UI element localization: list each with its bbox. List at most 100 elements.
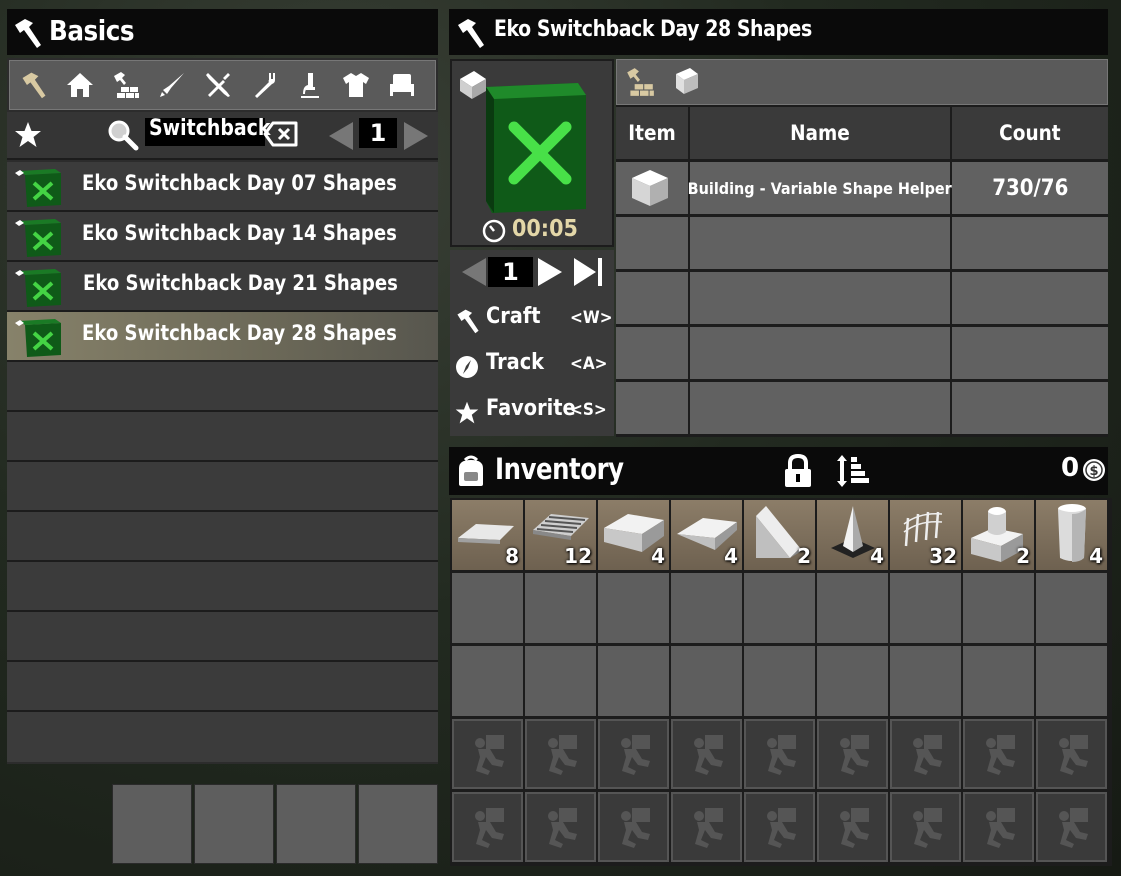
inventory-slot-empty[interactable] bbox=[744, 646, 815, 716]
recipe-row-label: Eko Switchback Day 07 Shapes bbox=[82, 171, 397, 195]
next-page-button[interactable] bbox=[404, 122, 428, 150]
inventory-slot-empty[interactable] bbox=[598, 573, 669, 643]
category-science-icon[interactable] bbox=[292, 67, 328, 103]
left-panel-header: Basics bbox=[7, 9, 438, 55]
inventory-slot-empty[interactable] bbox=[525, 573, 596, 643]
inventory-header: Inventory 0 $ bbox=[449, 447, 1108, 495]
recipe-row[interactable]: Eko Switchback Day 21 Shapes bbox=[7, 262, 438, 312]
craft-action[interactable]: Craft <W> bbox=[454, 304, 613, 338]
inventory-slot[interactable]: 4 bbox=[671, 500, 742, 570]
inventory-slot-empty[interactable] bbox=[963, 646, 1034, 716]
recipe-row-selected[interactable]: Eko Switchback Day 28 Shapes bbox=[7, 312, 438, 362]
inventory-slot[interactable]: 12 bbox=[525, 500, 596, 570]
inventory-slot-empty[interactable] bbox=[1036, 573, 1107, 643]
locked-slot-icon bbox=[1059, 808, 1088, 848]
inventory-slot[interactable]: 2 bbox=[963, 500, 1034, 570]
inventory-slot[interactable]: 4 bbox=[1036, 500, 1107, 570]
toolbelt-slot[interactable] bbox=[276, 784, 356, 864]
favorite-action[interactable]: Favorite <S> bbox=[454, 396, 612, 430]
inventory-slot-empty[interactable] bbox=[890, 573, 961, 643]
inventory-slot-empty[interactable] bbox=[744, 573, 815, 643]
slot-count: 4 bbox=[651, 544, 665, 568]
left-panel: Switchback 1 Eko Switchback Day 07 Shape… bbox=[7, 58, 438, 764]
category-clothing-icon[interactable] bbox=[338, 67, 374, 103]
ingredient-empty-cell bbox=[690, 217, 950, 269]
locked-slot-icon bbox=[913, 735, 942, 775]
recipe-row[interactable]: Eko Switchback Day 14 Shapes bbox=[7, 212, 438, 262]
category-food-icon[interactable] bbox=[246, 67, 282, 103]
page-number-value: 1 bbox=[369, 119, 387, 147]
inventory-slot-locked bbox=[744, 792, 815, 862]
track-action[interactable]: Track <A> bbox=[454, 350, 612, 384]
slot-count: 4 bbox=[724, 544, 738, 568]
book-icon[interactable] bbox=[669, 66, 705, 100]
inventory-slot-empty[interactable] bbox=[452, 646, 523, 716]
recipe-preview: 00:05 bbox=[450, 59, 614, 247]
inventory-slot-empty[interactable] bbox=[525, 646, 596, 716]
lock-icon[interactable] bbox=[782, 453, 814, 489]
inventory-slot[interactable]: 4 bbox=[817, 500, 888, 570]
recipe-row-empty bbox=[7, 612, 438, 662]
ingredients-header-name: Name bbox=[690, 107, 950, 159]
max-quantity-button[interactable] bbox=[572, 258, 604, 286]
inventory-slot-empty[interactable] bbox=[452, 573, 523, 643]
locked-slot-icon bbox=[767, 735, 796, 775]
category-blocks-icon[interactable] bbox=[108, 67, 144, 103]
inventory-slot-empty[interactable] bbox=[963, 573, 1034, 643]
clear-search-icon[interactable] bbox=[263, 121, 299, 147]
search-input[interactable]: Switchback bbox=[145, 116, 270, 146]
sort-icon[interactable] bbox=[835, 453, 871, 489]
category-weapons-icon[interactable] bbox=[154, 67, 190, 103]
ingredients-toolbar bbox=[616, 59, 1108, 105]
inventory-slot[interactable]: 4 bbox=[598, 500, 669, 570]
locked-slot-icon bbox=[767, 808, 796, 848]
toolbelt-slot[interactable] bbox=[112, 784, 192, 864]
inventory-slot[interactable]: 8 bbox=[452, 500, 523, 570]
locked-slot-icon bbox=[913, 808, 942, 848]
prev-page-button[interactable] bbox=[329, 122, 353, 150]
hammer-icon bbox=[11, 17, 45, 49]
locked-slot-icon bbox=[475, 808, 504, 848]
recipe-box-icon bbox=[11, 167, 65, 209]
inventory-slot-locked bbox=[525, 719, 596, 789]
inventory-slot[interactable]: 2 bbox=[744, 500, 815, 570]
inventory-slot-empty[interactable] bbox=[671, 646, 742, 716]
favorites-star-icon[interactable] bbox=[13, 120, 43, 150]
category-building-icon[interactable] bbox=[62, 67, 98, 103]
favorite-hotkey: <S> bbox=[570, 400, 607, 420]
inventory-slot-empty[interactable] bbox=[817, 573, 888, 643]
inventory-slot-empty[interactable] bbox=[598, 646, 669, 716]
locked-slot-icon bbox=[840, 735, 869, 775]
inventory-slot-empty[interactable] bbox=[890, 646, 961, 716]
inventory-slot-empty[interactable] bbox=[671, 573, 742, 643]
inventory-slot-empty[interactable] bbox=[817, 646, 888, 716]
toolbelt-slot[interactable] bbox=[358, 784, 438, 864]
compass-icon bbox=[454, 354, 480, 380]
ingredient-item-cell[interactable] bbox=[616, 162, 688, 214]
inventory-slot-locked bbox=[817, 792, 888, 862]
star-icon bbox=[454, 400, 480, 426]
ingredient-empty-cell bbox=[616, 217, 688, 269]
ingredient-empty-cell bbox=[690, 272, 950, 324]
inventory-slot-locked bbox=[1036, 719, 1107, 789]
category-basics-icon[interactable] bbox=[16, 67, 52, 103]
quantity-field[interactable]: 1 bbox=[488, 257, 533, 287]
locked-slot-icon bbox=[475, 735, 504, 775]
toolbelt-slot[interactable] bbox=[194, 784, 274, 864]
category-bar bbox=[9, 60, 436, 110]
inventory-slot-locked bbox=[963, 792, 1034, 862]
recipe-panel-header: Eko Switchback Day 28 Shapes bbox=[449, 9, 1108, 55]
inventory-slot-empty[interactable] bbox=[1036, 646, 1107, 716]
required-workstation-icon[interactable] bbox=[623, 66, 659, 100]
slot-count: 4 bbox=[1089, 544, 1103, 568]
clock-icon bbox=[482, 219, 506, 243]
increase-quantity-button[interactable] bbox=[538, 258, 562, 286]
decrease-quantity-button[interactable] bbox=[462, 258, 486, 286]
hammer-icon bbox=[454, 17, 488, 49]
category-decor-icon[interactable] bbox=[384, 67, 420, 103]
search-icon[interactable] bbox=[106, 118, 140, 152]
inventory-slot[interactable]: 32 bbox=[890, 500, 961, 570]
ingredient-name: Building - Variable Shape Helper bbox=[687, 178, 953, 198]
recipe-row[interactable]: Eko Switchback Day 07 Shapes bbox=[7, 162, 438, 212]
category-tools-icon[interactable] bbox=[200, 67, 236, 103]
